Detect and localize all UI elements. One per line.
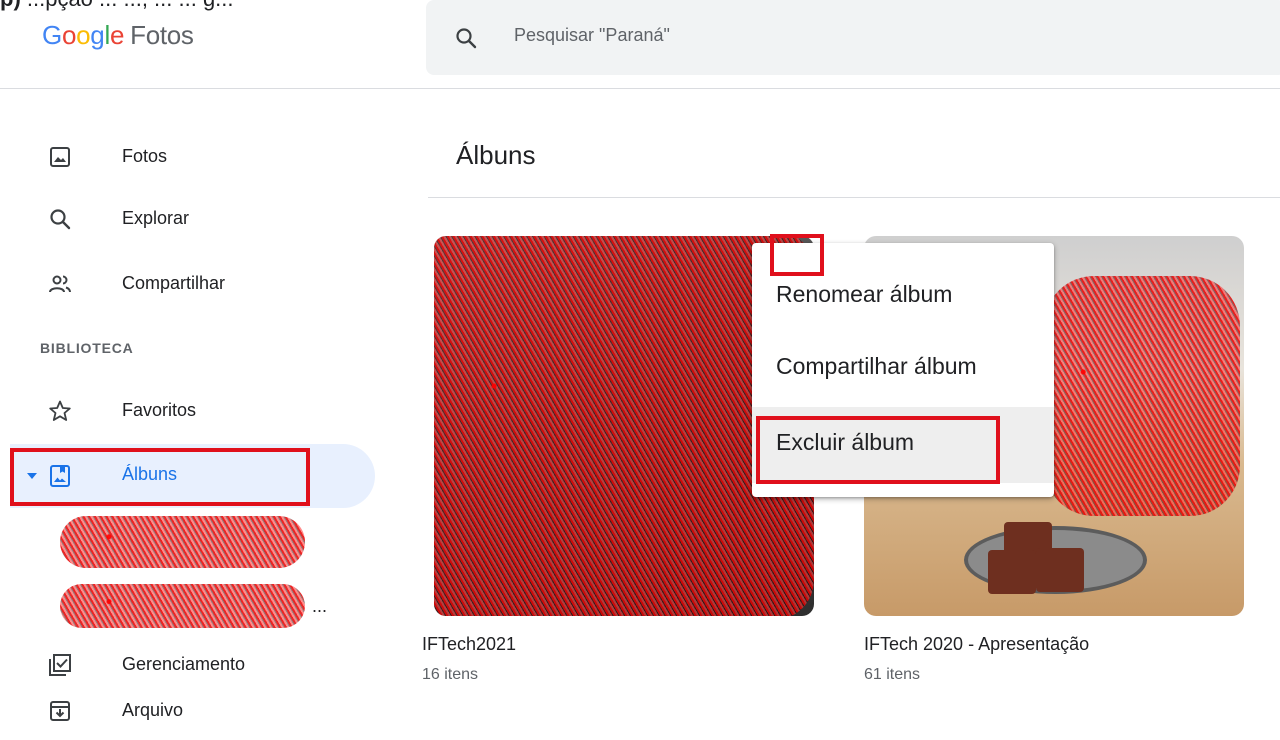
sidebar-item-label: Explorar: [122, 208, 190, 228]
annotation-box-menu-trigger: [770, 234, 824, 276]
search-icon: [50, 209, 71, 230]
sidebar-item-label: Arquivo: [122, 700, 184, 720]
archive-icon: [50, 701, 70, 721]
album-title[interactable]: IFTech 2020 - Apresentação: [864, 634, 1089, 655]
search-icon[interactable]: [454, 26, 478, 50]
redacted-subitem: [60, 584, 305, 628]
search-bar[interactable]: [426, 0, 1280, 75]
star-icon: [49, 400, 71, 421]
page-title: Álbuns: [456, 140, 536, 170]
annotation-box-delete: [756, 416, 1000, 484]
redacted-photo: [1044, 276, 1240, 516]
people-icon: [49, 275, 71, 293]
sidebar-item-label: Fotos: [122, 146, 168, 166]
cropped-caption: p) ...pção ... ..., ... ... g...: [0, 0, 234, 12]
sidebar-item-compartilhar[interactable]: Compartilhar: [0, 255, 380, 313]
sidebar-item-favoritos[interactable]: Favoritos: [0, 382, 380, 440]
google-photos-logo[interactable]: Google Fotos: [42, 20, 194, 51]
album-count: 16 itens: [422, 666, 479, 683]
album-count: 61 itens: [864, 666, 921, 683]
cake-image: [988, 550, 1036, 594]
annotation-box-albuns: [10, 448, 310, 506]
album-title[interactable]: IFTech2021: [422, 634, 516, 655]
title-divider: [428, 197, 1280, 198]
cake-image: [1036, 548, 1084, 592]
section-label-biblioteca: BIBLIOTECA: [40, 340, 134, 356]
sidebar-item-explorar[interactable]: Explorar: [0, 190, 380, 248]
sidebar-item-label: Compartilhar: [122, 273, 226, 293]
sidebar-item-fotos[interactable]: Fotos: [0, 128, 380, 186]
header-divider: [0, 88, 1280, 89]
sidebar-item-label: Favoritos: [122, 400, 197, 420]
checklist-icon: [49, 654, 71, 676]
redacted-subitem: [60, 516, 305, 568]
ellipsis: ...: [312, 596, 328, 616]
menu-item-share[interactable]: Compartilhar álbum: [752, 335, 1054, 401]
sidebar-item-arquivo[interactable]: Arquivo: [0, 682, 380, 740]
product-name: Fotos: [130, 20, 194, 50]
search-input[interactable]: [512, 24, 1016, 47]
photo-icon: [50, 147, 70, 167]
sidebar-item-label: Gerenciamento: [122, 654, 246, 674]
